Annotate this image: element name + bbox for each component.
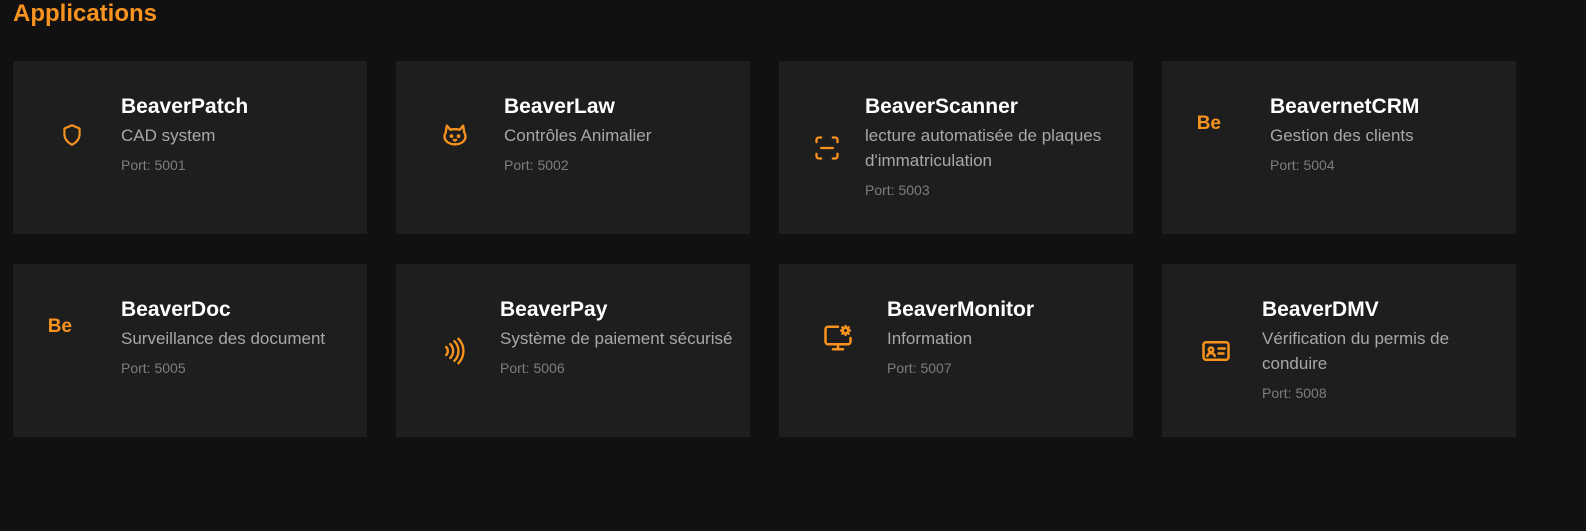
- app-description: Système de paiement sécurisé: [500, 329, 733, 348]
- app-name: BeaverDMV: [1262, 298, 1379, 321]
- applications-page: Applications BeaverPatch CAD system Port…: [0, 0, 1586, 531]
- app-description: Surveillance des document: [121, 329, 326, 348]
- app-card-beaverpatch[interactable]: BeaverPatch CAD system Port: 5001: [13, 61, 367, 234]
- behance-icon-text: Be: [1196, 113, 1222, 134]
- app-description: CAD system: [121, 126, 216, 145]
- app-description: Gestion des clients: [1270, 126, 1414, 145]
- app-description: Contrôles Animalier: [504, 126, 652, 145]
- app-port: Port: 5006: [500, 360, 565, 376]
- behance-icon-text: Be: [47, 316, 73, 337]
- app-card-beavermonitor[interactable]: BeaverMonitor Information Port: 5007: [779, 264, 1133, 437]
- app-card-beavernetcrm[interactable]: Be BeavernetCRM Gestion des clients Port…: [1162, 61, 1516, 234]
- app-port: Port: 5004: [1270, 157, 1335, 173]
- app-card-beaverdmv[interactable]: BeaverDMV Vérification du permis de cond…: [1162, 264, 1516, 437]
- section-title: Applications: [13, 0, 158, 27]
- app-port: Port: 5005: [121, 360, 186, 376]
- app-name: BeavernetCRM: [1270, 95, 1420, 118]
- app-port: Port: 5002: [504, 157, 569, 173]
- app-name: BeaverPay: [500, 298, 608, 321]
- app-name: BeaverDoc: [121, 298, 231, 321]
- app-name: BeaverScanner: [865, 95, 1018, 118]
- app-description: Information: [887, 329, 973, 348]
- app-port: Port: 5007: [887, 360, 952, 376]
- app-name: BeaverLaw: [504, 95, 615, 118]
- app-description: lecture automatisée de plaques d'immatri…: [865, 126, 1102, 170]
- app-description: Vérification du permis de conduire: [1262, 329, 1450, 373]
- app-card-beaverdoc[interactable]: Be BeaverDoc Surveillance des document P…: [13, 264, 367, 437]
- app-port: Port: 5001: [121, 157, 186, 173]
- app-card-beaverlaw[interactable]: BeaverLaw Contrôles Animalier Port: 5002: [396, 61, 750, 234]
- app-port: Port: 5008: [1262, 385, 1327, 401]
- app-card-beaverscanner[interactable]: BeaverScanner lecture automatisée de pla…: [779, 61, 1133, 234]
- app-name: BeaverPatch: [121, 95, 249, 118]
- app-card-beaverpay[interactable]: BeaverPay Système de paiement sécurisé P…: [396, 264, 750, 437]
- app-name: BeaverMonitor: [887, 298, 1035, 321]
- app-port: Port: 5003: [865, 182, 930, 198]
